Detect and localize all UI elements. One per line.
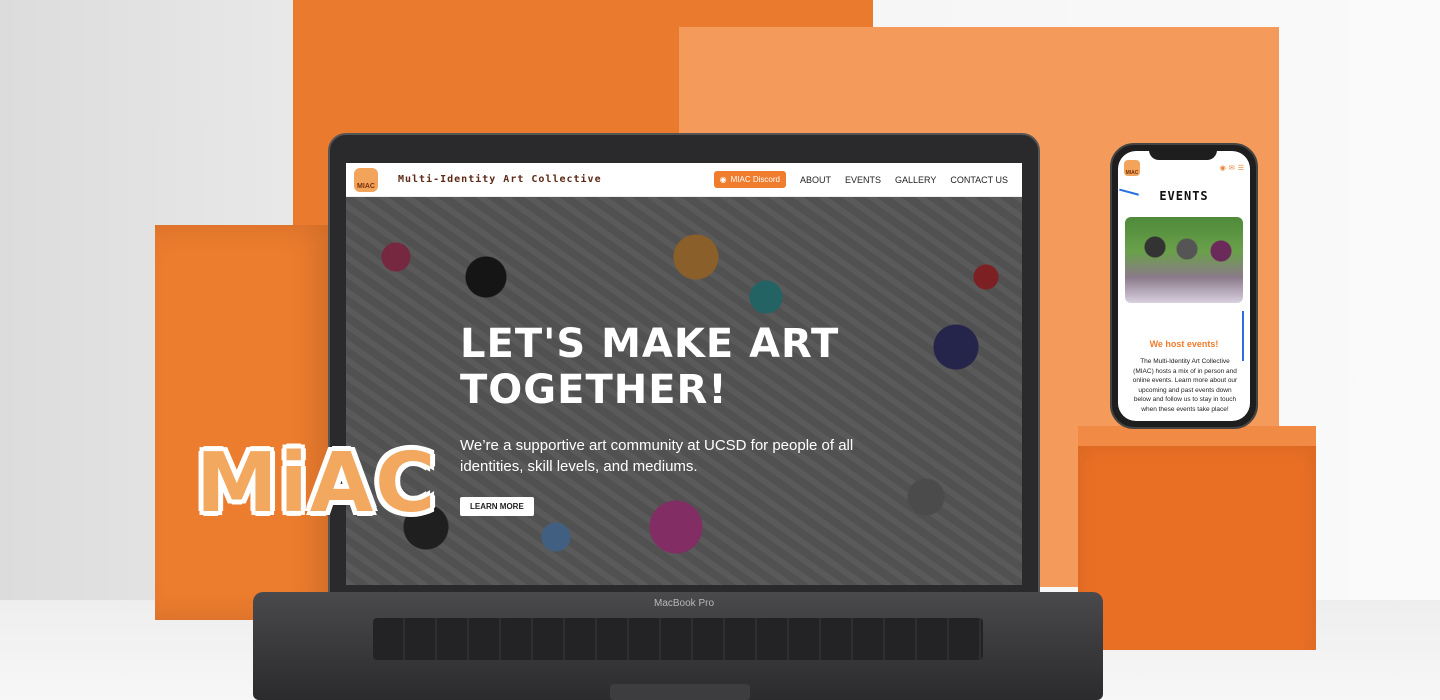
mail-icon[interactable]: ✉ bbox=[1229, 164, 1235, 172]
nav-links: ◉ MIAC Discord ABOUT EVENTS GALLERY CONT… bbox=[713, 171, 1008, 188]
discord-button[interactable]: ◉ MIAC Discord bbox=[713, 171, 786, 188]
decorative-squiggle bbox=[1240, 311, 1244, 361]
menu-icon[interactable]: ☰ bbox=[1238, 164, 1244, 172]
discord-icon: ◉ bbox=[719, 175, 727, 184]
site-logo[interactable]: MIAC bbox=[354, 167, 378, 192]
phone-body-text: The Multi-Identity Art Collective (MIAC)… bbox=[1132, 358, 1238, 413]
hero-heading: LET'S MAKE ART TOGETHER! bbox=[460, 321, 840, 413]
site-title[interactable]: Multi-Identity Art Collective bbox=[398, 174, 602, 185]
discord-icon[interactable]: ◉ bbox=[1220, 164, 1226, 172]
laptop-keyboard bbox=[373, 618, 983, 660]
hero-section: LET'S MAKE ART TOGETHER! We’re a support… bbox=[346, 197, 1022, 585]
laptop-screen: MIAC Multi-Identity Art Collective ◉ MIA… bbox=[346, 163, 1022, 585]
left-pedestal-block bbox=[155, 225, 335, 620]
nav-link-events[interactable]: EVENTS bbox=[845, 175, 881, 185]
hero-subheading: We’re a supportive art community at UCSD… bbox=[460, 437, 854, 475]
right-pedestal-top bbox=[1078, 426, 1316, 446]
phone-page-title: EVENTS bbox=[1159, 189, 1209, 203]
nav-link-contact[interactable]: CONTACT US bbox=[950, 175, 1008, 185]
phone-subtitle: We host events! bbox=[1149, 339, 1219, 349]
discord-button-label: MIAC Discord bbox=[730, 175, 780, 184]
nav-link-about[interactable]: ABOUT bbox=[800, 175, 831, 185]
phone-screen: MIAC ◉ ✉ ☰ EVENTS We host events! The Mu… bbox=[1118, 151, 1250, 421]
events-photo bbox=[1125, 217, 1243, 303]
laptop-model-label: MacBook Pro bbox=[653, 598, 715, 609]
miac-brand-logo: MiAC bbox=[196, 436, 438, 531]
phone-nav-icons: ◉ ✉ ☰ bbox=[1220, 164, 1244, 172]
phone-site-logo[interactable]: MIAC bbox=[1124, 160, 1140, 176]
nav-link-gallery[interactable]: GALLERY bbox=[895, 175, 936, 185]
right-pedestal-block bbox=[1078, 428, 1316, 650]
phone-navbar: MIAC ◉ ✉ ☰ bbox=[1118, 157, 1250, 179]
phone-notch bbox=[1149, 148, 1217, 160]
site-navbar: MIAC Multi-Identity Art Collective ◉ MIA… bbox=[346, 163, 1022, 197]
learn-more-button[interactable]: LEARN MORE bbox=[460, 497, 534, 516]
laptop-trackpad bbox=[610, 684, 750, 700]
